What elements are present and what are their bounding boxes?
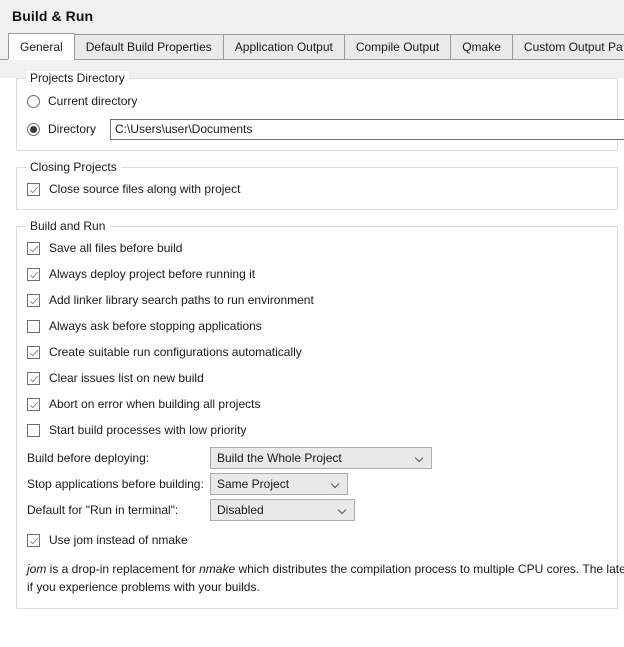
jom-description-line-1: jom is a drop-in replacement for nmake w… xyxy=(27,560,624,578)
checkmark-icon-use-jom[interactable] xyxy=(27,533,40,547)
checkmark-icon-always-ask-stopping[interactable] xyxy=(27,319,40,333)
build-and-run-group: Build and Run Save all files before buil… xyxy=(16,219,624,609)
jom-description-line-2: if you experience problems with your bui… xyxy=(27,580,260,594)
chevron-down-icon-build-before-deploying xyxy=(416,454,425,463)
clear-issues-list-row[interactable]: Clear issues list on new build xyxy=(27,369,607,387)
build-and-run-group-title: Build and Run xyxy=(26,219,110,233)
close-source-files-row[interactable]: Close source files along with project xyxy=(27,180,607,198)
close-source-files-label: Close source files along with project xyxy=(49,182,241,196)
save-all-files-label: Save all files before build xyxy=(49,241,183,255)
projects-directory-group: Projects Directory Current directory Dir… xyxy=(16,71,624,151)
tab-application-output[interactable]: Application Output xyxy=(222,34,345,60)
checkmark-icon-save-all-files[interactable] xyxy=(27,241,40,255)
always-deploy-label: Always deploy project before running it xyxy=(49,267,256,281)
radio-dot-icon-current-directory[interactable] xyxy=(27,94,40,108)
tab-compile-output[interactable]: Compile Output xyxy=(343,34,452,60)
abort-on-error-label: Abort on error when building all project… xyxy=(49,397,261,411)
tab-bar: General Default Build Properties Applica… xyxy=(0,33,624,60)
checkmark-icon-abort-on-error[interactable] xyxy=(27,397,40,411)
add-linker-paths-row[interactable]: Add linker library search paths to run e… xyxy=(27,291,607,309)
tab-general[interactable]: General xyxy=(8,33,75,60)
run-in-terminal-row: Default for "Run in terminal": Disabled xyxy=(27,499,607,521)
add-linker-paths-label: Add linker library search paths to run e… xyxy=(49,293,314,307)
save-all-files-row[interactable]: Save all files before build xyxy=(27,239,607,257)
use-jom-label: Use jom instead of nmake xyxy=(49,533,188,547)
run-in-terminal-label: Default for "Run in terminal": xyxy=(27,503,179,517)
jom-term: jom xyxy=(27,562,47,576)
tab-qmake[interactable]: Qmake xyxy=(450,34,513,60)
low-priority-label: Start build processes with low priority xyxy=(49,423,247,437)
always-deploy-row[interactable]: Always deploy project before running it xyxy=(27,265,607,283)
checkmark-icon-clear-issues-list[interactable] xyxy=(27,371,40,385)
stop-applications-select[interactable]: Same Project xyxy=(210,473,348,495)
tab-custom-output-parsers[interactable]: Custom Output Pa xyxy=(511,34,624,60)
checkmark-icon-create-run-configs[interactable] xyxy=(27,345,40,359)
chevron-down-icon-run-in-terminal xyxy=(339,506,348,515)
build-before-deploying-value: Build the Whole Project xyxy=(217,451,342,465)
closing-projects-group-title: Closing Projects xyxy=(26,160,121,174)
low-priority-row[interactable]: Start build processes with low priority xyxy=(27,421,607,439)
run-in-terminal-value: Disabled xyxy=(217,503,264,517)
page-title: Build & Run xyxy=(12,8,94,24)
jom-description-text-a: is a drop-in replacement for xyxy=(46,562,200,576)
directory-radio-row[interactable]: Directory xyxy=(27,118,624,140)
clear-issues-list-label: Clear issues list on new build xyxy=(49,371,204,385)
checkmark-icon-always-deploy[interactable] xyxy=(27,267,40,281)
run-in-terminal-select[interactable]: Disabled xyxy=(210,499,355,521)
stop-applications-label: Stop applications before building: xyxy=(27,477,204,491)
checkmark-icon-low-priority[interactable] xyxy=(27,423,40,437)
projects-directory-group-title: Projects Directory xyxy=(26,71,129,85)
abort-on-error-row[interactable]: Abort on error when building all project… xyxy=(27,395,607,413)
general-settings-pane: Projects Directory Current directory Dir… xyxy=(0,71,624,647)
use-jom-row[interactable]: Use jom instead of nmake xyxy=(27,531,607,549)
radio-dot-icon-directory[interactable] xyxy=(27,122,40,136)
build-before-deploying-label: Build before deploying: xyxy=(27,451,150,465)
build-before-deploying-select[interactable]: Build the Whole Project xyxy=(210,447,432,469)
always-ask-stopping-row[interactable]: Always ask before stopping applications xyxy=(27,317,607,335)
checkmark-icon-add-linker-paths[interactable] xyxy=(27,293,40,307)
current-directory-label: Current directory xyxy=(48,94,138,108)
always-ask-stopping-label: Always ask before stopping applications xyxy=(49,319,262,333)
checkmark-icon-close-source-files[interactable] xyxy=(27,182,40,196)
current-directory-radio-row[interactable]: Current directory xyxy=(27,91,617,111)
stop-applications-value: Same Project xyxy=(217,477,290,491)
jom-description: jom is a drop-in replacement for nmake w… xyxy=(27,560,624,596)
nmake-term: nmake xyxy=(199,562,236,576)
tab-default-build-properties[interactable]: Default Build Properties xyxy=(73,34,224,60)
directory-path-input[interactable] xyxy=(110,118,624,140)
build-before-deploying-row: Build before deploying: Build the Whole … xyxy=(27,447,607,469)
stop-applications-row: Stop applications before building: Same … xyxy=(27,473,607,495)
create-run-configs-label: Create suitable run configurations autom… xyxy=(49,345,302,359)
jom-description-text-b: which distributes the compilation proces… xyxy=(235,562,624,576)
create-run-configs-row[interactable]: Create suitable run configurations autom… xyxy=(27,343,607,361)
chevron-down-icon-stop-applications xyxy=(332,480,341,489)
closing-projects-group: Closing Projects Close source files alon… xyxy=(16,160,618,210)
directory-label: Directory xyxy=(48,122,97,136)
